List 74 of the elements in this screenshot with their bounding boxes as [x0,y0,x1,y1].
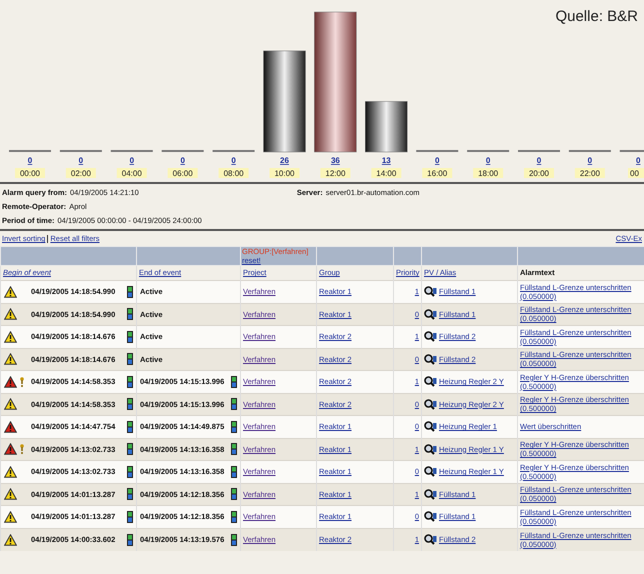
warning-triangle-icon [4,286,17,298]
bar-value-link[interactable]: 0 [588,156,592,165]
bar-value-link[interactable]: 13 [382,156,391,165]
time-label: 12:00 [325,169,346,178]
time-label: 00:00 [20,169,40,178]
magnifier-icon [424,466,437,478]
magnifier-icon [424,534,437,545]
time-label: 20:00 [528,169,550,178]
time-label: 08:00 [224,169,244,178]
status-light-icon [127,443,133,456]
warning-triangle-icon [4,488,17,500]
alarm-triangle-icon [4,420,17,433]
bar-value-link[interactable]: 0 [28,156,32,165]
bar-value-link[interactable]: 36 [330,156,340,165]
alarm-triangle-icon [4,376,17,388]
status-light-icon [231,488,237,500]
magnifier-icon [424,331,437,342]
bar-value-link[interactable]: 0 [636,156,640,165]
status-light-icon [231,398,237,410]
status-light-icon [127,466,133,478]
warning-triangle-icon [4,534,17,546]
status-light-icon [231,443,237,456]
status-light-icon [127,398,133,410]
warning-triangle-icon [4,330,17,343]
time-label: 00 [630,169,639,178]
status-light-icon [231,420,237,433]
magnifier-icon [424,398,437,410]
time-label: 18:00 [478,169,498,178]
bar-value-link[interactable]: 26 [280,156,289,165]
bar-value-link[interactable]: 0 [180,156,185,165]
warning-triangle-icon [4,353,17,366]
bar-value-link[interactable]: 0 [486,156,490,165]
exclamation-icon [20,376,24,387]
status-light-icon [231,376,237,388]
status-light-icon [127,308,133,320]
magnifier-icon [424,488,437,500]
status-light-icon [127,286,133,298]
bar-value-link[interactable]: 0 [231,156,236,165]
exclamation-icon [20,444,24,454]
time-label: 10:00 [274,169,295,178]
warning-triangle-icon [4,510,17,523]
bar-value-link[interactable]: 0 [536,156,542,165]
warning-triangle-icon [4,398,17,410]
status-light-icon [231,466,237,478]
bar-value-link[interactable]: 0 [130,156,134,165]
status-light-icon [231,534,237,546]
time-label: 06:00 [172,169,193,178]
time-label: 02:00 [70,169,91,178]
time-label: 04:00 [122,169,142,178]
source-credit: Quelle: B&R [555,7,638,27]
status-light-icon [127,353,133,366]
warning-triangle-icon [4,308,17,320]
warning-triangle-icon [4,466,17,478]
status-light-icon [127,510,133,523]
status-light-icon [127,488,133,500]
bar-value-link[interactable]: 0 [434,156,440,165]
magnifier-icon [424,354,437,365]
magnifier-icon [424,308,437,320]
status-light-icon [127,330,133,343]
time-label: 16:00 [427,169,448,178]
bar-value-link[interactable]: 0 [78,156,84,165]
chart-bar [365,101,408,152]
alarm-triangle-icon [4,443,17,456]
status-light-icon [127,376,133,388]
status-light-icon [231,510,237,523]
magnifier-icon [424,444,437,455]
magnifier-icon [424,376,437,388]
magnifier-icon [424,421,437,432]
status-light-icon [127,534,133,546]
status-light-icon [127,420,133,433]
time-label: 22:00 [580,169,600,178]
time-label: 14:00 [376,169,396,178]
magnifier-icon [424,511,437,522]
magnifier-icon [424,286,437,298]
